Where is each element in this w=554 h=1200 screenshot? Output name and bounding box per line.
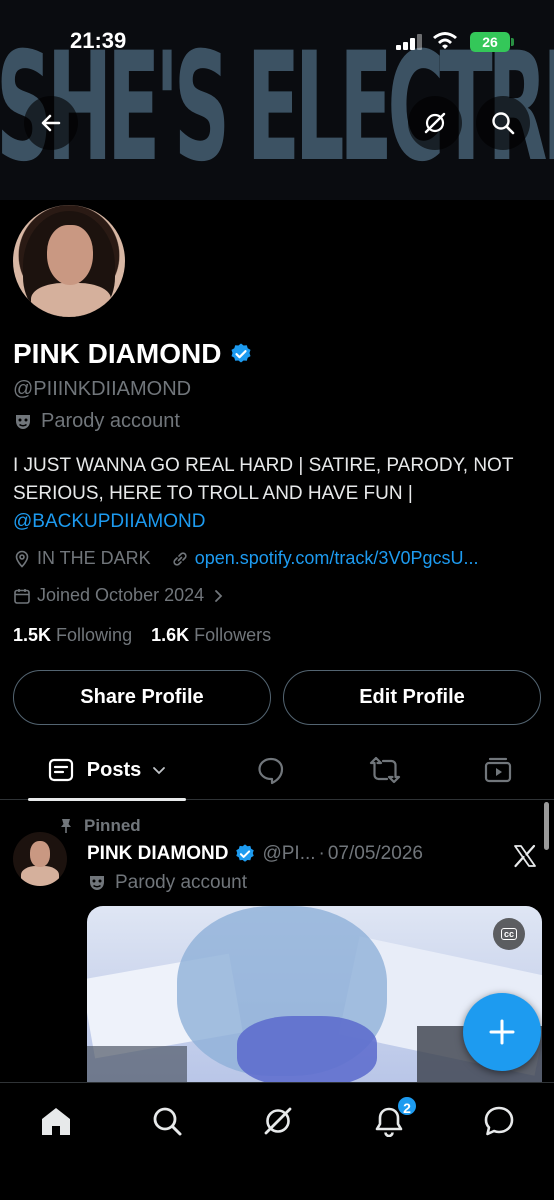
wifi-icon <box>433 32 457 49</box>
back-arrow-icon <box>41 114 61 132</box>
media-icon <box>484 757 512 783</box>
tab-replies[interactable] <box>253 752 289 788</box>
profile-bio: I JUST WANNA GO REAL HARD | SATIRE, PARO… <box>13 452 533 536</box>
followers-link[interactable]: 1.6K Followers <box>151 625 271 645</box>
battery-indicator: 26 <box>470 32 514 52</box>
bio-link[interactable]: @BACKUPDIIAMOND <box>13 511 205 532</box>
active-tab-indicator <box>28 798 186 801</box>
post-parody-label: Parody account <box>87 872 247 894</box>
retweet-icon <box>369 756 401 784</box>
nav-messages[interactable] <box>479 1101 519 1141</box>
pinned-label: Pinned <box>58 816 141 836</box>
joined-text: Joined October 2024 <box>37 585 205 605</box>
profile-meta: IN THE DARK open.spotify.com/track/3V0Pg… <box>13 548 478 569</box>
scrollbar[interactable] <box>544 802 549 850</box>
grok-button[interactable] <box>408 96 462 150</box>
status-bar: 21:39 26 <box>0 28 554 58</box>
post-author-name[interactable]: PINK DIAMOND <box>87 843 228 865</box>
home-icon <box>42 1108 70 1135</box>
search-button[interactable] <box>476 96 530 150</box>
tab-media[interactable] <box>480 752 516 788</box>
link-icon <box>173 551 187 566</box>
bio-text: I JUST WANNA GO REAL HARD | SATIRE, PARO… <box>13 455 514 504</box>
notifications-badge: 2 <box>396 1095 418 1117</box>
profile-avatar[interactable] <box>8 200 130 322</box>
verified-badge-icon[interactable] <box>234 843 256 865</box>
x-logo-icon <box>514 844 536 868</box>
joined-row[interactable]: Joined October 2024 <box>13 585 226 606</box>
edit-profile-button[interactable]: Edit Profile <box>283 670 541 725</box>
profile-name: PINK DIAMOND <box>13 338 253 370</box>
plus-icon <box>489 1019 515 1045</box>
parody-mask-icon <box>16 414 30 429</box>
tab-posts[interactable]: Posts <box>28 740 186 801</box>
profile-name-text: PINK DIAMOND <box>13 338 222 369</box>
pin-icon <box>61 819 71 833</box>
chevron-right-icon <box>215 589 223 602</box>
post-author-handle[interactable]: @PI... <box>262 843 315 865</box>
post-header: PINK DIAMOND @PI... · 07/05/2026 <box>87 843 423 865</box>
compose-button[interactable] <box>463 993 541 1071</box>
nav-explore[interactable] <box>147 1101 187 1141</box>
posts-icon <box>48 758 73 782</box>
cc-icon: cc <box>500 928 517 940</box>
bottom-navigation: 2 <box>0 1082 554 1200</box>
grok-icon <box>424 112 446 134</box>
messages-icon <box>484 1106 514 1136</box>
verified-badge-icon[interactable] <box>229 342 253 366</box>
profile-handle: @PIIINKDIIAMOND <box>13 378 192 400</box>
reply-icon <box>258 757 284 785</box>
tab-reposts[interactable] <box>367 752 403 788</box>
nav-home[interactable] <box>36 1101 76 1141</box>
search-icon <box>492 112 515 135</box>
captions-button[interactable]: cc <box>493 918 525 950</box>
signal-icon <box>396 34 422 50</box>
parody-label: Parody account <box>13 410 180 433</box>
post-avatar[interactable] <box>13 832 67 886</box>
nav-grok[interactable] <box>258 1101 298 1141</box>
grok-icon <box>264 1107 292 1135</box>
share-profile-button[interactable]: Share Profile <box>13 670 271 725</box>
search-icon <box>153 1107 182 1136</box>
chevron-down-icon <box>153 767 166 775</box>
parody-mask-icon <box>90 876 104 890</box>
profile-tabs: Posts <box>0 740 554 801</box>
following-link[interactable]: 1.5K Following <box>13 625 132 645</box>
location-icon <box>15 550 29 568</box>
calendar-icon <box>14 588 30 604</box>
back-button[interactable] <box>24 96 78 150</box>
post-date[interactable]: 07/05/2026 <box>328 843 423 865</box>
status-time: 21:39 <box>70 28 127 53</box>
website-link[interactable]: open.spotify.com/track/3V0PgcsU... <box>195 548 479 569</box>
location-text: IN THE DARK <box>37 548 151 568</box>
follow-stats: 1.5K Following 1.6K Followers <box>13 625 271 646</box>
